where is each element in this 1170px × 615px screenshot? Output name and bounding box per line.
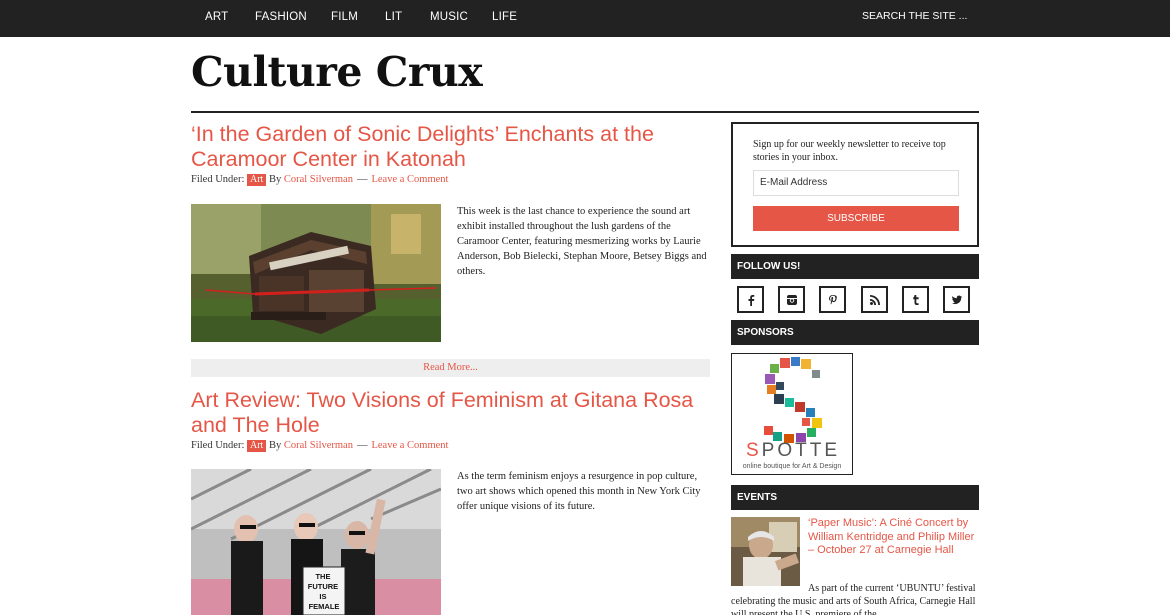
subscribe-button[interactable]: SUBSCRIBE [753,206,959,231]
filed-under-label: Filed Under: [191,174,245,185]
nav-item-art[interactable]: ART [205,11,228,23]
top-navigation-bar: ART FASHION FILM LIT MUSIC LIFE SEARCH T… [0,0,1170,37]
events-heading: EVENTS [731,485,979,510]
comment-link[interactable]: Leave a Comment [371,440,448,451]
read-more-button[interactable]: Read More... [191,359,710,377]
header-divider [191,111,979,113]
site-logo[interactable]: Culture Crux [191,48,483,96]
newsletter-text: Sign up for our weekly newsletter to rec… [753,139,946,163]
search-input[interactable]: SEARCH THE SITE ... [862,10,967,22]
sign-line: IS [319,592,326,601]
sponsor-ad-spotte[interactable]: SPOTTE online boutique for Art & Design [731,353,853,475]
twitter-icon[interactable] [943,286,970,313]
tumblr-icon[interactable] [902,286,929,313]
email-field[interactable]: E-Mail Address [753,170,959,196]
rss-icon[interactable] [861,286,888,313]
comment-link[interactable]: Leave a Comment [371,174,448,185]
category-badge[interactable]: Art [247,440,267,452]
post-thumbnail-piano-sculpture[interactable] [191,204,441,342]
spotte-logo-mosaic [764,357,822,443]
sign-line: THE [315,572,330,581]
instagram-icon[interactable] [778,286,805,313]
sign-line: FEMALE [309,602,340,611]
spotte-wordmark: SPOTTE [736,440,850,462]
author-link[interactable]: Coral Silverman [284,174,353,185]
event-thumbnail[interactable] [731,517,800,586]
sponsors-heading: SPONSORS [731,320,979,345]
post-meta: Filed Under: Art By Coral Silverman — Leav… [191,440,448,452]
post-thumbnail-feminism-photo[interactable]: THE FUTURE IS FEMALE [191,469,441,615]
event-excerpt: As part of the current ‘UBUNTU’ festival… [731,583,976,615]
nav-item-fashion[interactable]: FASHION [255,11,307,23]
pinterest-icon[interactable] [819,286,846,313]
post-title[interactable]: Art Review: Two Visions of Feminism at G… [191,388,711,438]
meta-separator: — [356,440,368,451]
author-link[interactable]: Coral Silverman [284,440,353,451]
event-title-link[interactable]: ‘Paper Music’: A Ciné Concert by William… [808,517,978,558]
sign-line: FUTURE [308,582,338,591]
nav-item-film[interactable]: FILM [331,11,358,23]
newsletter-widget: Sign up for our weekly newsletter to rec… [731,122,979,247]
post-meta: Filed Under: Art By Coral Silverman — Leav… [191,174,448,186]
nav-item-life[interactable]: LIFE [492,11,517,23]
post-excerpt: As the term feminism enjoys a resurgence… [457,471,701,512]
spotte-wordmark-first: S [745,440,762,461]
by-label: By [268,174,282,185]
post-excerpt: This week is the last chance to experien… [457,206,707,277]
filed-under-label: Filed Under: [191,440,245,451]
meta-separator: — [356,174,368,185]
by-label: By [268,440,282,451]
facebook-icon[interactable] [737,286,764,313]
category-badge[interactable]: Art [247,174,267,186]
spotte-wordmark-rest: POTTE [761,440,841,461]
nav-item-music[interactable]: MUSIC [430,11,468,23]
follow-us-heading: FOLLOW US! [731,254,979,279]
spotte-tagline: online boutique for Art & Design [742,463,842,470]
nav-item-lit[interactable]: LIT [385,11,402,23]
post-title[interactable]: ‘In the Garden of Sonic Delights’ Enchan… [191,122,711,172]
